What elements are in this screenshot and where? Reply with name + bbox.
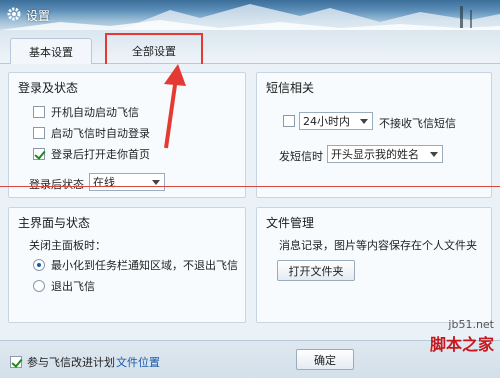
- login-panel-title: 登录及状态: [18, 81, 79, 95]
- option-autostart[interactable]: 开机自动启动飞信: [33, 104, 139, 120]
- file-panel-title: 文件管理: [266, 216, 315, 230]
- chevron-down-icon: [152, 180, 160, 185]
- sms-send-value: 开头显示我的姓名: [331, 148, 419, 161]
- title-bar-scenery: [0, 4, 500, 30]
- autostart-label: 开机自动启动飞信: [51, 106, 139, 119]
- tab-basic-settings[interactable]: 基本设置: [10, 38, 92, 65]
- option-exit[interactable]: 退出飞信: [33, 278, 95, 294]
- sms-panel-title: 短信相关: [266, 81, 315, 95]
- window-title: 设置: [26, 9, 51, 23]
- gear-icon: [7, 7, 21, 21]
- autologin-checkbox[interactable]: [33, 127, 45, 139]
- file-desc: 消息记录，图片等内容保存在个人文件夹: [279, 239, 477, 252]
- tab-all-settings[interactable]: 全部设置: [108, 38, 200, 64]
- open-folder-button[interactable]: 打开文件夹: [277, 260, 355, 281]
- red-arrow-annotation: [164, 64, 186, 149]
- tab-strip: 基本设置 全部设置: [0, 30, 500, 65]
- watermark-name: 脚本之家: [429, 335, 494, 354]
- watermark: jb51.net 脚本之家: [430, 318, 494, 355]
- sms-period-value: 24小时内: [303, 115, 350, 128]
- sms-period-select[interactable]: 24小时内: [299, 112, 373, 130]
- close-panel-label: 关闭主面板时：: [29, 239, 106, 252]
- autostart-checkbox[interactable]: [33, 106, 45, 118]
- sms-send-select[interactable]: 开头显示我的姓名: [327, 145, 443, 163]
- sms-send-label: 发短信时: [279, 150, 323, 163]
- login-status-panel: 登录及状态 开机自动启动飞信 启动飞信时自动登录 登录后打开走你首页 登录后状态…: [8, 72, 246, 198]
- autologin-label: 启动飞信时自动登录: [51, 127, 150, 140]
- watermark-url: jb51.net: [448, 318, 494, 331]
- confirm-button[interactable]: 确定: [296, 349, 354, 370]
- minimize-tray-label: 最小化到任务栏通知区域，不退出飞信: [51, 259, 238, 272]
- option-minimize-tray[interactable]: 最小化到任务栏通知区域，不退出飞信: [33, 257, 238, 273]
- option-sms-period[interactable]: [283, 115, 295, 127]
- file-management-panel: 文件管理 消息记录，图片等内容保存在个人文件夹 打开文件夹: [256, 207, 492, 323]
- title-bar: 设置: [0, 0, 500, 30]
- option-open-homepage[interactable]: 登录后打开走你首页: [33, 146, 150, 162]
- main-ui-panel: 主界面与状态 关闭主面板时： 最小化到任务栏通知区域，不退出飞信 退出飞信: [8, 207, 246, 323]
- exit-radio[interactable]: [33, 280, 45, 292]
- red-annotation-line: [0, 186, 500, 187]
- footer-bar: 参与飞信改进计划 文件位置 确定: [0, 340, 500, 378]
- option-autologin[interactable]: 启动飞信时自动登录: [33, 125, 150, 141]
- main-ui-panel-title: 主界面与状态: [18, 216, 91, 230]
- open-homepage-checkbox[interactable]: [33, 148, 45, 160]
- login-status-label: 登录后状态: [29, 178, 84, 191]
- improve-plan-checkbox[interactable]: [10, 356, 22, 368]
- open-homepage-label: 登录后打开走你首页: [51, 148, 150, 161]
- exit-label: 退出飞信: [51, 280, 95, 293]
- sms-block-label: 不接收飞信短信: [379, 117, 456, 130]
- minimize-tray-radio[interactable]: [33, 259, 45, 271]
- login-status-select[interactable]: 在线: [89, 173, 165, 191]
- login-status-value: 在线: [93, 176, 115, 189]
- chevron-down-icon: [430, 152, 438, 157]
- settings-content: 登录及状态 开机自动启动飞信 启动飞信时自动登录 登录后打开走你首页 登录后状态…: [0, 64, 500, 340]
- option-improve-plan[interactable]: 参与飞信改进计划: [10, 354, 115, 370]
- sms-block-checkbox[interactable]: [283, 115, 295, 127]
- file-location-link[interactable]: 文件位置: [116, 354, 160, 370]
- improve-plan-label: 参与飞信改进计划: [27, 356, 115, 369]
- chevron-down-icon: [360, 119, 368, 124]
- sms-panel: 短信相关 24小时内 不接收飞信短信 发短信时 开头显示我的姓名: [256, 72, 492, 198]
